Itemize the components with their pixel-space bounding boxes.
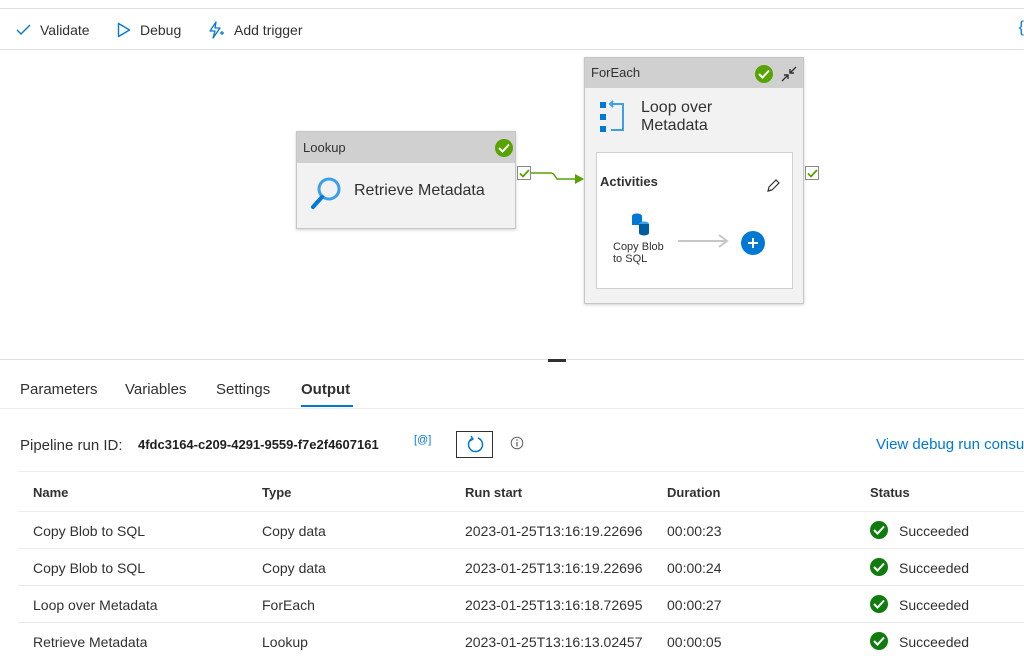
splitter-grip-handle[interactable] [548, 359, 566, 362]
lookup-type-label: Lookup [297, 132, 515, 163]
cell-name[interactable]: Copy Blob to SQL [33, 523, 145, 539]
debug-button[interactable]: Debug [117, 9, 181, 51]
lookup-activity-box[interactable]: Lookup Retrieve Metadata [296, 131, 516, 229]
lookup-success-port[interactable] [517, 166, 531, 180]
tab-variables[interactable]: Variables [125, 381, 186, 398]
activities-label: Activities [600, 174, 658, 189]
cell-duration: 00:00:24 [667, 560, 722, 576]
edit-pencil-icon[interactable] [765, 178, 781, 194]
tab-settings[interactable]: Settings [216, 381, 270, 398]
column-header-run-start[interactable]: Run start [465, 485, 522, 500]
foreach-success-port[interactable] [805, 166, 819, 180]
tab-output[interactable]: Output [301, 381, 350, 398]
cell-name[interactable]: Loop over Metadata [33, 597, 158, 613]
cell-run-start: 2023-01-25T13:16:13.02457 [465, 634, 643, 650]
table-row[interactable]: Loop over Metadata ForEach 2023-01-25T13… [18, 586, 1024, 623]
pipeline-toolbar: Validate Debug Add trigger { [0, 8, 1024, 50]
view-debug-run-link[interactable]: View debug run consu [876, 436, 1024, 453]
foreach-loop-icon [600, 100, 624, 132]
column-header-status[interactable]: Status [870, 485, 910, 500]
validate-button[interactable]: Validate [16, 9, 90, 51]
foreach-activity-box[interactable]: ForEach Loop over Metadata Activities Co… [584, 57, 804, 304]
add-activity-button[interactable] [741, 231, 765, 255]
pipeline-run-id-label: Pipeline run ID: [20, 437, 123, 454]
debug-label: Debug [140, 22, 182, 38]
validate-label: Validate [40, 22, 90, 38]
table-row[interactable]: Copy Blob to SQL Copy data 2023-01-25T13… [18, 512, 1024, 549]
add-trigger-button[interactable]: Add trigger [207, 9, 302, 51]
cell-name[interactable]: Copy Blob to SQL [33, 560, 145, 576]
cell-run-start: 2023-01-25T13:16:18.72695 [465, 597, 643, 613]
foreach-activity-name: Loop over Metadata [641, 99, 712, 135]
panel-splitter[interactable] [0, 359, 1024, 362]
cell-run-start: 2023-01-25T13:16:19.22696 [465, 560, 643, 576]
cell-duration: 00:00:05 [667, 634, 722, 650]
cell-status: Succeeded [899, 597, 970, 613]
arrow-right-icon [678, 234, 729, 248]
pipeline-canvas: Lookup Retrieve Metadata ForEach Loop ov… [0, 50, 1024, 358]
code-view-button[interactable]: { [1019, 19, 1024, 37]
info-icon[interactable] [510, 436, 524, 450]
magnifier-icon [311, 177, 341, 209]
cell-type: Lookup [262, 634, 308, 650]
succeeded-status-icon [870, 595, 888, 613]
column-header-name[interactable]: Name [33, 485, 68, 500]
table-header: Name Type Run start Duration Status [18, 471, 1024, 512]
cell-type: ForEach [262, 597, 315, 613]
foreach-inner-canvas[interactable]: Activities Copy Blob to SQL [596, 152, 793, 289]
cell-name[interactable]: Retrieve Metadata [33, 634, 147, 650]
copy-blob-activity-name[interactable]: Copy Blob to SQL [613, 241, 664, 265]
column-header-duration[interactable]: Duration [667, 485, 720, 500]
refresh-button[interactable] [456, 431, 493, 458]
foreach-success-icon [755, 65, 773, 83]
tabs-divider [0, 408, 1024, 409]
lookup-success-icon [495, 139, 513, 157]
checkmark-icon [16, 24, 31, 35]
succeeded-status-icon [870, 632, 888, 650]
cell-duration: 00:00:27 [667, 597, 722, 613]
cell-duration: 00:00:23 [667, 523, 722, 539]
copy-data-icon [632, 213, 649, 236]
pipeline-run-id-value: 4fdc3164-c209-4291-9559-f7e2f4607161 [138, 437, 379, 452]
cell-status: Succeeded [899, 560, 970, 576]
plus-icon [748, 238, 758, 248]
lookup-activity-name: Retrieve Metadata [354, 182, 485, 199]
refresh-icon [467, 435, 484, 453]
foreach-name-line2: Metadata [641, 117, 708, 134]
cell-type: Copy data [262, 523, 326, 539]
foreach-name-line1: Loop over [641, 99, 713, 116]
success-connector-arrow[interactable] [531, 168, 587, 184]
cell-status: Succeeded [899, 634, 970, 650]
succeeded-status-icon [870, 521, 888, 539]
cell-status: Succeeded [899, 523, 970, 539]
cell-type: Copy data [262, 560, 326, 576]
succeeded-status-icon [870, 558, 888, 576]
active-tab-underline [301, 405, 353, 407]
copy-blob-name-line1: Copy Blob [613, 241, 664, 253]
lightning-icon [209, 21, 224, 39]
add-trigger-label: Add trigger [234, 22, 303, 38]
play-icon [117, 22, 131, 38]
collapse-icon[interactable] [781, 66, 797, 82]
tab-parameters[interactable]: Parameters [20, 381, 98, 398]
table-row[interactable]: Retrieve Metadata Lookup 2023-01-25T13:1… [18, 623, 1024, 660]
column-header-type[interactable]: Type [262, 485, 291, 500]
cell-run-start: 2023-01-25T13:16:19.22696 [465, 523, 643, 539]
table-row[interactable]: Copy Blob to SQL Copy data 2023-01-25T13… [18, 549, 1024, 586]
copy-blob-name-line2: to SQL [613, 253, 648, 265]
copy-run-id-button[interactable]: [@] [414, 434, 431, 446]
